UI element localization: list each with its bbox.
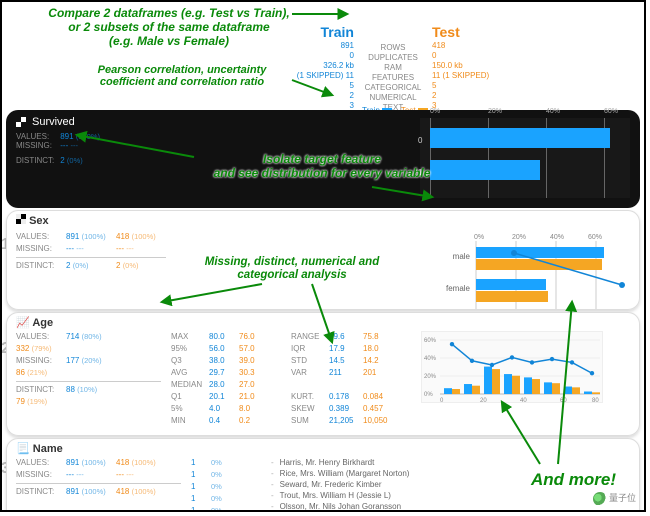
svg-text:0%: 0%: [474, 234, 484, 241]
svg-text:60%: 60%: [424, 338, 437, 344]
svg-text:female: female: [446, 284, 471, 293]
svg-text:40: 40: [520, 398, 527, 404]
svg-text:20%: 20%: [424, 374, 437, 380]
age-panel: 📈 Age VALUES:714 (80%)332 (79%) MISSING:…: [6, 312, 640, 436]
svg-text:40%: 40%: [550, 234, 564, 241]
test-title: Test: [432, 24, 460, 40]
panel-title: Survived: [32, 116, 75, 128]
svg-text:60%: 60%: [588, 234, 602, 241]
svg-text:male: male: [453, 252, 471, 261]
survived-barplot: 0% 20% 40% 60% 0 1: [420, 118, 630, 198]
age-histogram: 60% 40% 20% 0% 0 20 40 60 80: [421, 331, 603, 403]
svg-text:80: 80: [592, 398, 599, 404]
survived-panel: Survived VALUES: MISSING: DISTINCT: 891 …: [6, 110, 640, 208]
sex-barplot: 0% 20% 40% 60% male female: [430, 231, 630, 311]
svg-text:0%: 0%: [424, 392, 433, 398]
annot-andmore: And more!: [531, 470, 616, 490]
svg-text:60: 60: [560, 398, 567, 404]
grid-icon: [16, 117, 26, 127]
svg-text:20: 20: [480, 398, 487, 404]
svg-text:20%: 20%: [512, 234, 526, 241]
sex-panel: Sex VALUES:891 (100%)418 (100%) MISSING:…: [6, 210, 640, 310]
name-samples: -Harris, Mr. Henry Birkhardt-Rice, Mrs. …: [271, 457, 409, 512]
svg-text:0: 0: [440, 398, 444, 404]
train-title: Train: [321, 24, 354, 40]
grid-icon: [16, 214, 26, 224]
watermark: 量子位: [593, 491, 636, 506]
svg-text:40%: 40%: [424, 356, 437, 362]
wechat-icon: [593, 492, 607, 506]
